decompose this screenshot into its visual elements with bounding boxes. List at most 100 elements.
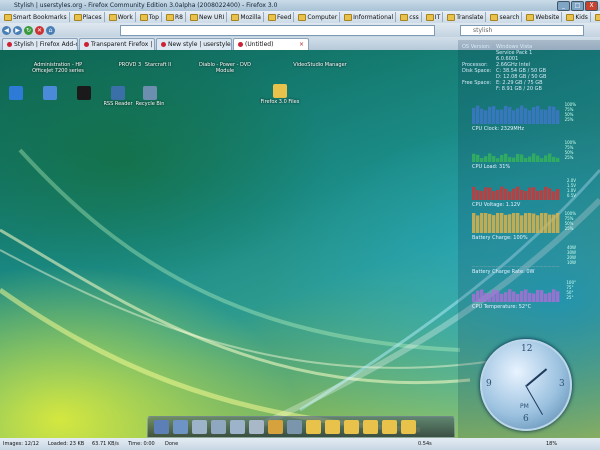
gauge-history-chart (472, 105, 560, 124)
browser-tab[interactable]: New style | userstyles.org× (156, 38, 232, 50)
home-icon[interactable]: ⌂ (46, 25, 55, 35)
gauge-bar (528, 292, 532, 302)
monitor-gauge: 100% 75% 50% 25% CPU Load: 31% (472, 140, 576, 170)
recycle-bin-icon[interactable] (287, 420, 302, 434)
drive-icon[interactable] (211, 420, 226, 434)
drive-icon[interactable] (192, 420, 207, 434)
desktop-shortcut[interactable]: Firefox 3.0 Files (258, 84, 302, 105)
tab-label: Stylish | Firefox Add-ons (14, 41, 77, 48)
clock-hour-hand (526, 368, 548, 387)
bookmark-item[interactable]: Space (593, 12, 600, 22)
reload-icon[interactable]: ↻ (24, 25, 33, 35)
folder-icon (425, 13, 434, 21)
gauge-bar (492, 155, 496, 162)
gauge-bar (476, 290, 480, 302)
folder-icon[interactable] (401, 420, 416, 434)
desktop-item-label[interactable]: Administration - HP OfficeJet 7200 serie… (28, 62, 88, 74)
computer-icon[interactable] (154, 420, 169, 434)
folder-icon[interactable] (382, 420, 397, 434)
desktop-item-label[interactable]: VideoStudio Manager (290, 62, 350, 68)
bookmark-item[interactable]: css (398, 12, 422, 22)
bookmark-item[interactable]: Top (138, 12, 162, 22)
bookmark-item[interactable]: Smart Bookmarks (2, 12, 70, 22)
bookmark-item[interactable]: Feed (266, 12, 295, 22)
bookmark-item[interactable]: Informational (342, 12, 397, 22)
bookmark-item[interactable]: Computer (296, 12, 341, 22)
minimize-button[interactable]: _ (557, 1, 570, 11)
gauge-bar (476, 154, 480, 162)
zoom-level[interactable]: 18% (546, 438, 557, 450)
gauge-bar (556, 188, 560, 200)
clock-gadget[interactable]: 12 3 6 9 PM (480, 339, 572, 431)
bookmark-item[interactable]: search (488, 12, 523, 22)
bookmark-item[interactable]: Work (107, 12, 136, 22)
gauge-bar (548, 214, 552, 233)
bookmark-item[interactable]: Translate (445, 12, 487, 22)
browser-tab[interactable]: Stylish | Firefox Add-ons× (2, 38, 78, 50)
gauge-label: CPU Voltage: 1.12V (472, 202, 521, 208)
gauge-bar (484, 213, 488, 233)
gauge-bar (492, 191, 496, 200)
folder-icon[interactable] (344, 420, 359, 434)
bookmark-label: Website (535, 13, 560, 21)
bookmark-item[interactable]: New URI (188, 12, 228, 22)
clock-minute-hand (525, 385, 543, 415)
folder-icon[interactable] (363, 420, 378, 434)
gauge-bar (512, 213, 516, 233)
folder-icon (447, 13, 456, 21)
folder-icon[interactable] (306, 420, 321, 434)
bookmark-item[interactable]: R8 (164, 12, 186, 22)
forward-icon[interactable]: ▶ (13, 25, 22, 35)
bookmark-item[interactable]: Website (524, 12, 563, 22)
desktop-shortcut[interactable]: Recycle Bin (128, 86, 172, 107)
gauge-label: Battery Charge: 100% (472, 235, 528, 241)
bookmark-item[interactable]: Places (72, 12, 105, 22)
url-bar[interactable] (120, 25, 435, 36)
gauge-bar (516, 108, 520, 124)
gauge-graph: 100% 75% 50% 25% (472, 102, 576, 124)
gauge-bar (520, 189, 524, 200)
gauge-bar (556, 291, 560, 302)
bookmark-label: Kids (575, 13, 588, 21)
gauge-scale: 100% 75% 50% 25% (565, 102, 576, 122)
internet-explorer-icon (9, 86, 23, 100)
folder-icon[interactable] (325, 420, 340, 434)
search-input[interactable]: stylish (460, 25, 584, 36)
close-tab-icon[interactable]: × (299, 39, 304, 50)
gauge-history-chart (472, 153, 560, 162)
tab-favicon-icon (7, 42, 12, 47)
stop-icon[interactable]: ✕ (35, 25, 44, 35)
drive-icon[interactable] (230, 420, 245, 434)
gauge-bar (520, 290, 524, 302)
folder-icon (344, 13, 353, 21)
browser-tab[interactable]: (Untitled) × (233, 38, 309, 50)
folder-icon (73, 13, 82, 21)
gauge-graph: 100% 75% 50% 25% (472, 211, 576, 233)
gauge-bar (540, 213, 544, 233)
gauge-bar (508, 214, 512, 233)
desktop-item-label[interactable]: Starcraft II (128, 62, 188, 68)
gauge-bar (548, 106, 552, 124)
browser-title-bar[interactable]: Stylish | userstyles.org - Firefox Commu… (0, 0, 600, 11)
gauge-bar (544, 293, 548, 302)
maximize-button[interactable]: □ (571, 1, 584, 11)
gauge-bar (512, 110, 516, 124)
folder-icon (268, 13, 276, 21)
tools-icon[interactable] (268, 420, 283, 434)
gauge-bar (556, 157, 560, 162)
bookmark-item[interactable]: IT (424, 12, 444, 22)
status-time: Time: 0:00 (128, 441, 155, 447)
desktop-item-label[interactable]: Diablo - Power - DVD Module (195, 62, 255, 74)
folder-icon (566, 13, 575, 21)
bookmark-item[interactable]: Mozilla (229, 12, 264, 22)
network-places-icon[interactable] (173, 420, 188, 434)
folder-icon (526, 13, 535, 21)
browser-tab[interactable]: Transparent Firefox | use× (79, 38, 155, 50)
close-button[interactable]: X (585, 1, 598, 11)
terminal-icon (77, 86, 91, 100)
bookmark-item[interactable]: Kids (564, 12, 591, 22)
gauge-bar (472, 153, 476, 162)
printer-icon[interactable] (249, 420, 264, 434)
back-icon[interactable]: ◀ (2, 25, 11, 35)
gauge-bar (548, 292, 552, 302)
